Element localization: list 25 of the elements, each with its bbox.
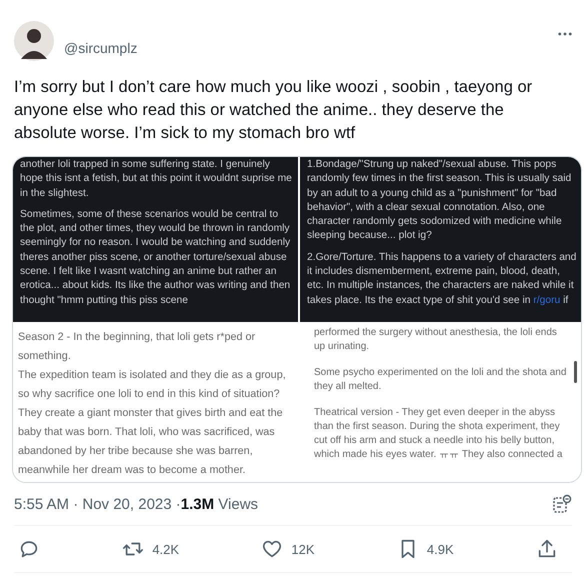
timestamp[interactable]: 5:55 AM · Nov 20, 2023 · [14,496,181,512]
screenshot-text: 2.Gore/Torture. This happens to a variety of characters and it includes dismemberment, extreme pain, blood, death, etc. In multiple instances, the characters are naked while it takes place. Its the exact type of shit you'd see in r/goru if [307,250,577,308]
avatar-icon[interactable] [14,21,54,61]
scrollbar-thumb[interactable] [574,361,577,383]
heart-icon[interactable] [261,538,284,560]
screenshot-text: Sometimes, some of these scenarios would be central to the plot, and other times, they would be thrown in randomly seemingly for no reason. I would be watching and suddenly theres another piss scene, or another torture/sexual abuse scene. I felt like I wasnt watching an anime but rather an erotica... about kids. Its like the author was writing and then thought "hmm putting this piss scene [20,208,292,308]
dark-screenshot[interactable] [300,157,581,322]
screenshot-text: performed the surgery without anesthesia, the loli ends up urinating. [314,326,558,354]
screenshot-text: Theatrical version - They get even deeper in the abyss than the first season. During the shota experiment, they cut off his arm and stuck a needle into his belly button, which made his eyes water. ㅠㅠ They also connected a [314,406,564,462]
document-icon[interactable] [552,494,572,514]
screenshot-text: Season 2 - In the beginning, that loli gets r*ped or something. [18,330,256,364]
screenshot-text: another loli trapped in some suffering state. I genuinely hope this isnt a fetish, but at this point it wouldnt suprise me in the slightest. [20,158,292,201]
action-count: 12K [291,542,315,556]
tweet-text: I’m sorry but I don’t care how much you like woozi , soobin , taeyong or anyone else who read this or watched the anime.. they deserve the absolute worse. I’m sick to my stomach bro wtf [14,77,534,144]
dark-screenshot[interactable] [13,157,298,322]
screenshot-text: Some psycho experimented on the loli and the shota and they all melted. [314,366,567,394]
media-grid[interactable] [12,156,582,483]
action-count: 4.2K [152,542,180,556]
more-icon[interactable] [558,32,572,36]
subreddit-link[interactable]: r/goru [533,294,560,306]
author-handle[interactable]: @sircumplz [64,40,138,56]
action-count: 4.9K [426,542,454,556]
screenshot-text: The expedition team is isolated and they die as a group, so why sacrifice one loli to end in this kind of situation? They create a giant monster that gives birth and eat the baby that was born. That loli, who was sacrificed, was abandoned by her tribe because she was barren, meanwhile her dream was to become a mother. [18,368,287,478]
screenshot-text: 1.Bondage/"Strung up naked"/sexual abuse. This pops randomly few times in the first season. This is usually said by an adult to a young child as a "punishment" for "bad behavior", with a clear sexual connotation. Also, one character randomly gets sodomized with medicine while sleeping because... plot ig? [307,158,572,244]
view-count: 1.3M Views [180,496,258,512]
